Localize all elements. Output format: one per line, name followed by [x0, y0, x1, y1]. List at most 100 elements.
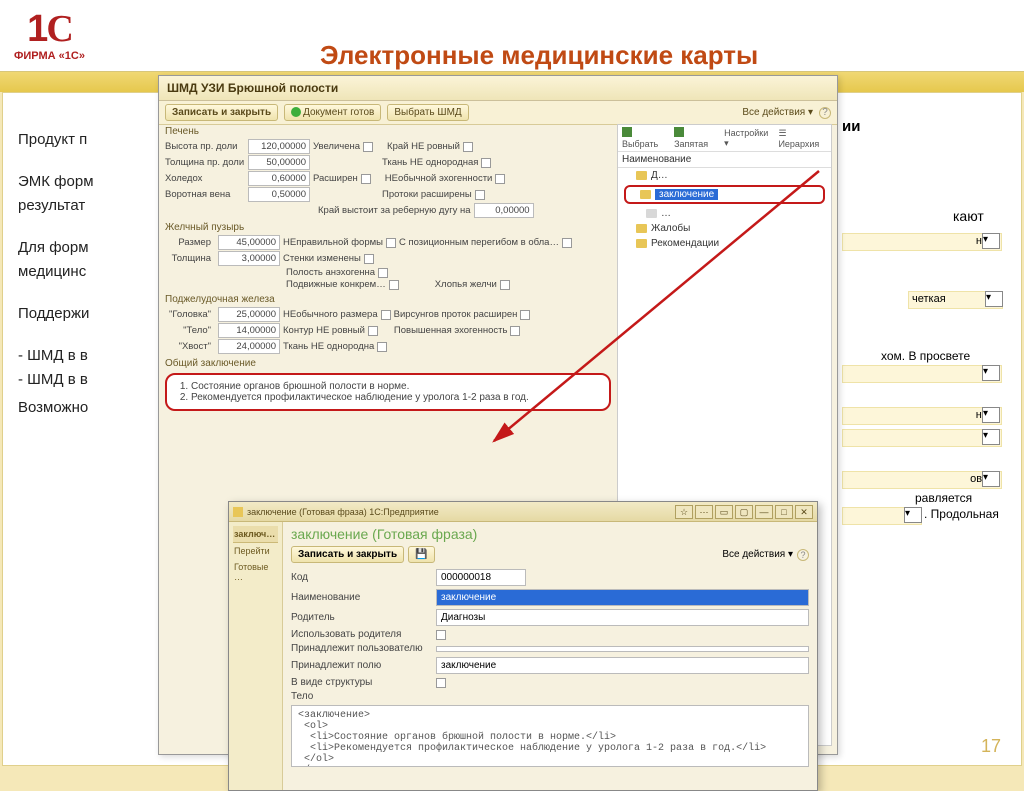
- input-head[interactable]: 25,00000: [218, 307, 280, 322]
- group-liver: Печень: [165, 126, 611, 137]
- input-choledoch[interactable]: 0,60000: [248, 171, 310, 186]
- save-close-button[interactable]: Записать и закрыть: [291, 546, 404, 563]
- tree-item[interactable]: Жалобы: [618, 221, 831, 236]
- label: Высота пр. доли: [165, 141, 245, 152]
- checkbox[interactable]: [378, 268, 388, 278]
- dropdown-icon[interactable]: ▾: [982, 471, 1000, 487]
- page-title: Электронные медицинские карты: [320, 40, 758, 71]
- input-edge[interactable]: 0,00000: [474, 203, 534, 218]
- label: "Головка": [165, 309, 215, 320]
- label: С позиционным перегибом в обла…: [399, 237, 559, 248]
- all-actions-link[interactable]: Все действия ▾: [742, 107, 813, 118]
- form-area: Печень Высота пр. доли 120,00000 Увеличе…: [165, 124, 611, 415]
- settings-link[interactable]: Настройки ▾: [724, 128, 772, 149]
- panel-header: Наименование: [618, 152, 831, 168]
- bg-text: кают: [953, 208, 984, 224]
- dropdown-icon[interactable]: ▾: [982, 233, 1000, 249]
- input-height[interactable]: 120,00000: [248, 139, 310, 154]
- toolbar: Записать и закрыть Документ готов Выбрат…: [159, 101, 837, 125]
- select-button[interactable]: Выбрать: [622, 127, 668, 149]
- folder-icon: [646, 209, 657, 218]
- code-input[interactable]: 000000018: [436, 569, 526, 586]
- input-thickness[interactable]: 3,00000: [218, 251, 280, 266]
- input-tail[interactable]: 24,00000: [218, 339, 280, 354]
- label: Код: [291, 572, 436, 583]
- doc-ready-button[interactable]: Документ готов: [284, 104, 381, 121]
- label: НЕобычной эхогенности: [385, 173, 493, 184]
- tree-item[interactable]: Рекомендации: [618, 236, 831, 251]
- comma-button[interactable]: Запятая: [674, 127, 718, 149]
- help-icon[interactable]: ?: [819, 107, 831, 119]
- checkbox[interactable]: [381, 310, 391, 320]
- close-icon[interactable]: ✕: [795, 505, 813, 519]
- window-chrome: заключение (Готовая фраза) 1С:Предприяти…: [229, 502, 817, 522]
- folder-icon: [640, 190, 651, 199]
- checkbox[interactable]: [386, 238, 396, 248]
- minimize-icon[interactable]: —: [755, 505, 773, 519]
- sidebar-item[interactable]: Готовые …: [233, 559, 278, 585]
- checkbox[interactable]: [562, 238, 572, 248]
- dropdown-icon[interactable]: ▾: [985, 291, 1003, 307]
- tree-item[interactable]: Д…: [618, 168, 831, 183]
- page-number: 17: [981, 736, 1001, 757]
- checkbox[interactable]: [361, 174, 371, 184]
- choose-shmd-button[interactable]: Выбрать ШМД: [387, 104, 468, 121]
- input-thickness[interactable]: 50,00000: [248, 155, 310, 170]
- field-input[interactable]: заключение: [436, 657, 809, 674]
- maximize-icon[interactable]: □: [775, 505, 793, 519]
- tree-item[interactable]: …: [618, 206, 831, 221]
- dropdown-icon[interactable]: ▾: [982, 407, 1000, 423]
- hierarchy-button[interactable]: ☰ Иерархия: [778, 128, 827, 149]
- sidebar-item[interactable]: заключ…: [233, 526, 278, 543]
- dropdown-icon[interactable]: ▾: [982, 365, 1000, 381]
- folder-icon: [636, 239, 647, 248]
- input-portal-vein[interactable]: 0,50000: [248, 187, 310, 202]
- checkbox[interactable]: [481, 158, 491, 168]
- input-body[interactable]: 14,00000: [218, 323, 280, 338]
- panel-toolbar: Выбрать Запятая Настройки ▾ ☰ Иерархия: [618, 125, 831, 152]
- checkbox[interactable]: [436, 678, 446, 688]
- save-close-button[interactable]: Записать и закрыть: [165, 104, 278, 121]
- checkbox[interactable]: [363, 142, 373, 152]
- checkbox[interactable]: [436, 630, 446, 640]
- label: Использовать родителя: [291, 629, 436, 640]
- window-title: ШМД УЗИ Брюшной полости: [159, 76, 837, 101]
- sidebar-item[interactable]: Перейти: [233, 543, 278, 559]
- checkbox[interactable]: [475, 190, 485, 200]
- tree-item-selected[interactable]: заключение: [624, 185, 825, 204]
- label: Протоки расширены: [382, 189, 472, 200]
- name-input[interactable]: заключение: [436, 589, 809, 606]
- tool-icon[interactable]: ⋯: [695, 505, 713, 519]
- conclusion-text[interactable]: Состояние органов брюшной полости в норм…: [165, 373, 611, 411]
- owner-input[interactable]: [436, 646, 809, 652]
- bg-field: ная: [842, 233, 1002, 251]
- input-size[interactable]: 45,00000: [218, 235, 280, 250]
- tool-icon[interactable]: ▭: [715, 505, 733, 519]
- parent-input[interactable]: Диагнозы: [436, 609, 809, 626]
- check-icon: [622, 127, 632, 137]
- label: НЕобычного размера: [283, 309, 378, 320]
- label: Принадлежит пользователю: [291, 643, 436, 654]
- body-textarea[interactable]: <заключение> <ol> <li>Состояние органов …: [291, 705, 809, 767]
- label: Толщина: [165, 253, 215, 264]
- dropdown-icon[interactable]: ▾: [904, 507, 922, 523]
- checkbox[interactable]: [520, 310, 530, 320]
- dropdown-icon[interactable]: ▾: [982, 429, 1000, 445]
- checkbox[interactable]: [510, 326, 520, 336]
- fav-icon[interactable]: ☆: [675, 505, 693, 519]
- checkbox[interactable]: [495, 174, 505, 184]
- checkbox[interactable]: [377, 342, 387, 352]
- checkbox[interactable]: [500, 280, 510, 290]
- all-actions-link[interactable]: Все действия ▾: [722, 549, 793, 560]
- checkbox[interactable]: [364, 254, 374, 264]
- checkbox[interactable]: [463, 142, 473, 152]
- label: Полость анэхогенна: [286, 267, 375, 278]
- group-conclusion: Общий заключение: [165, 358, 611, 369]
- tool-icon[interactable]: ▢: [735, 505, 753, 519]
- label: НЕправильной формы: [283, 237, 383, 248]
- label: Воротная вена: [165, 189, 245, 200]
- save-button[interactable]: 💾: [408, 546, 434, 563]
- help-icon[interactable]: ?: [797, 549, 809, 561]
- checkbox[interactable]: [368, 326, 378, 336]
- checkbox[interactable]: [389, 280, 399, 290]
